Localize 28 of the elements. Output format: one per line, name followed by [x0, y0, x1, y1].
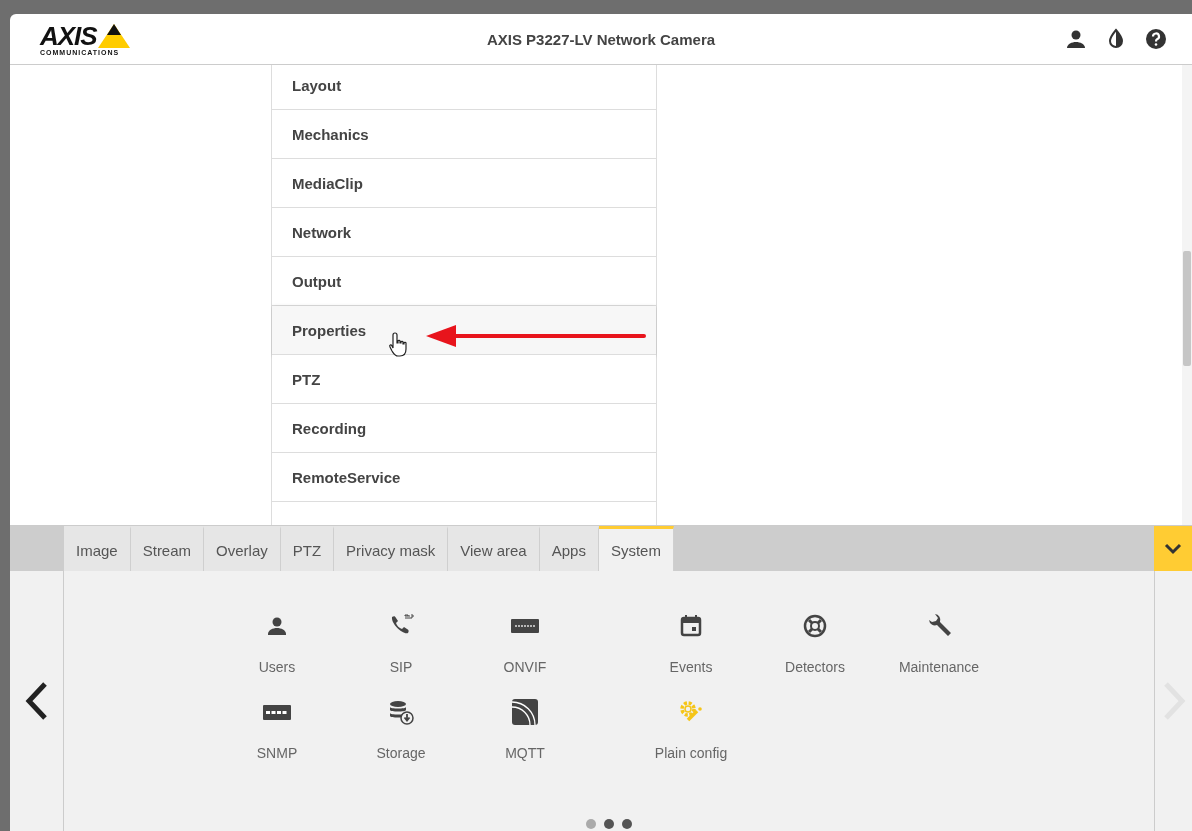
settings-item[interactable]: Events [629, 611, 753, 675]
settings-item[interactable]: SNMP [215, 697, 339, 761]
tab[interactable]: System [598, 526, 674, 571]
tab[interactable]: Stream [130, 526, 205, 571]
settings-item[interactable]: Storage [339, 697, 463, 761]
tab[interactable]: Privacy mask [334, 526, 449, 571]
settings-item[interactable]: Plain config [629, 697, 753, 761]
tab[interactable]: PTZ [280, 526, 335, 571]
settings-item[interactable]: Users [215, 611, 339, 675]
settings-item[interactable]: ONVIF [463, 611, 587, 675]
chevron-down-icon [1164, 542, 1182, 555]
tab[interactable]: Overlay [204, 526, 281, 571]
tab[interactable]: Image [64, 526, 131, 571]
window-title: AXIS P3227-LV Network Camera [486, 30, 716, 48]
chevron-left-icon [24, 681, 49, 721]
list-item[interactable]: Properties [272, 306, 656, 355]
collapse-button[interactable] [1154, 526, 1192, 571]
page-dot[interactable] [622, 819, 632, 829]
page-dot[interactable] [586, 819, 596, 829]
help-icon[interactable] [1144, 27, 1168, 51]
settings-item[interactable]: SIP [339, 611, 463, 675]
tab[interactable]: Apps [539, 526, 599, 571]
scrollbar[interactable] [1182, 65, 1192, 525]
tab[interactable]: View area [448, 526, 540, 571]
settings-item[interactable]: Maintenance [877, 611, 1001, 675]
page-dot[interactable] [604, 819, 614, 829]
settings-item[interactable]: MQTT [463, 697, 587, 761]
settings-item[interactable]: Detectors [753, 611, 877, 675]
